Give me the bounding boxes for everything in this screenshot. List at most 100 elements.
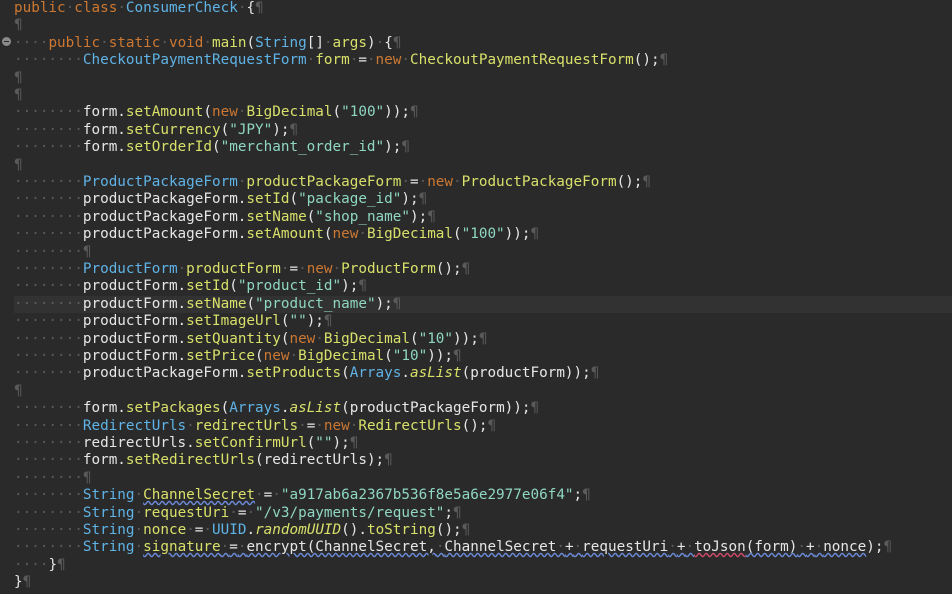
- code-token: ·: [315, 418, 324, 434]
- code-token: form.: [82, 139, 126, 155]
- code-line[interactable]: ········productForm.setPrice(new·BigDeci…: [14, 348, 462, 365]
- code-token: ·: [298, 418, 307, 434]
- code-line[interactable]: ····}¶: [14, 557, 66, 574]
- code-line[interactable]: ········RedirectUrls·redirectUrls·=·new·…: [14, 418, 496, 435]
- code-token: ·: [332, 261, 342, 277]
- code-line[interactable]: ········String·ChannelSecret·=·"a917ab6a…: [14, 487, 591, 504]
- code-line[interactable]: public·class·ConsumerCheck·{¶: [14, 0, 264, 17]
- code-token: void: [168, 35, 204, 51]
- code-token: ();: [461, 418, 488, 434]
- code-token: productForm.: [82, 348, 187, 364]
- code-token: "10": [392, 348, 428, 364]
- code-token: (: [323, 226, 333, 242]
- code-line[interactable]: ¶: [14, 383, 23, 400]
- code-token: ;: [573, 487, 583, 503]
- code-token: (: [332, 104, 342, 120]
- code-line[interactable]: ¶: [14, 157, 23, 174]
- code-token: String: [255, 35, 307, 51]
- code-token: ¶: [530, 226, 540, 242]
- code-token: (: [409, 331, 419, 347]
- code-line[interactable]: ········productForm.setImageUrl("");¶: [14, 313, 333, 330]
- code-token: ········: [14, 505, 83, 521]
- code-token: setId: [246, 191, 290, 207]
- collapse-icon[interactable]: [2, 37, 11, 46]
- code-token: ¶: [418, 191, 428, 207]
- code-token: "product_name": [255, 296, 376, 312]
- code-line[interactable]: }¶: [14, 574, 31, 591]
- code-token: productForm.: [82, 296, 187, 312]
- code-token: ¶: [82, 244, 92, 260]
- code-line[interactable]: ········¶: [14, 244, 91, 261]
- code-line[interactable]: ········String·signature·=·encrypt(Chann…: [14, 539, 892, 556]
- code-line[interactable]: ¶: [14, 70, 23, 87]
- code-line[interactable]: ····public·static·void·main(String[]·arg…: [14, 35, 401, 52]
- code-token: ¶: [582, 487, 591, 503]
- code-token: ····: [14, 35, 49, 51]
- code-line[interactable]: ········productForm.setId("product_id");…: [14, 278, 367, 295]
- code-token: ·: [814, 539, 824, 555]
- code-line[interactable]: ········String·nonce·=·UUID.randomUUID()…: [14, 522, 470, 539]
- code-token: form.: [82, 122, 126, 138]
- code-token: ·: [315, 331, 324, 347]
- code-token: ProductForm: [341, 261, 436, 277]
- code-line[interactable]: ········String·requestUri·=·"/v3/payment…: [14, 505, 462, 522]
- code-token: ¶: [530, 400, 540, 416]
- code-token: "": [315, 435, 333, 451]
- code-token: ·: [668, 539, 677, 555]
- code-token: productPackageForm.: [82, 365, 247, 381]
- code-token: ¶: [883, 539, 893, 555]
- code-line[interactable]: ········productPackageForm.setProducts(A…: [14, 365, 599, 382]
- code-line[interactable]: ········CheckoutPaymentRequestForm·form·…: [14, 52, 668, 69]
- code-token: "10": [418, 331, 454, 347]
- code-token: asList: [289, 400, 342, 416]
- code-token: new: [306, 261, 333, 277]
- code-token: String: [82, 505, 135, 521]
- code-line[interactable]: ········form.setAmount(new·BigDecimal("1…: [14, 104, 419, 121]
- code-token: ········: [14, 418, 83, 434]
- code-line[interactable]: ········productForm.setQuantity (new·BigD…: [14, 331, 487, 348]
- code-token: ¶: [57, 557, 66, 573]
- code-token: ·: [186, 522, 195, 538]
- code-token: ·: [298, 261, 307, 277]
- code-line[interactable]: ········form.setRedirectUrls(redirectUrl…: [14, 452, 393, 469]
- code-token: ·: [117, 0, 126, 16]
- code-token: ): [366, 35, 376, 51]
- code-token: String: [82, 539, 135, 555]
- code-token: (redirectUrls);: [255, 452, 385, 468]
- code-line[interactable]: ········productPackageForm.setAmount(new…: [14, 226, 539, 243]
- code-token: setId: [186, 278, 230, 294]
- code-token: ····: [14, 557, 49, 573]
- code-token: ().: [341, 522, 367, 538]
- code-token: productForm: [186, 261, 281, 277]
- code-line[interactable]: ········productPackageForm.setId("packag…: [14, 191, 427, 208]
- code-token: new: [263, 348, 290, 364]
- code-line[interactable]: ¶: [14, 17, 23, 34]
- code-token: ¶: [461, 261, 471, 277]
- code-token: new: [212, 104, 238, 120]
- code-line[interactable]: ········form.setOrderId("merchant_order_…: [14, 139, 410, 156]
- code-token: ProductPackageForm: [461, 174, 617, 190]
- code-line[interactable]: ········form.setPackages(Arrays.asList(p…: [14, 400, 539, 417]
- code-line[interactable]: ········¶: [14, 470, 91, 487]
- code-token: ········: [14, 313, 83, 329]
- code-token: (: [212, 139, 221, 155]
- code-line[interactable]: ········form.setCurrency("JPY");¶: [14, 122, 298, 139]
- code-token: new: [332, 226, 359, 242]
- code-token: setImageUrl: [186, 313, 281, 329]
- code-line[interactable]: ¶: [14, 87, 23, 104]
- code-token: ¶: [461, 522, 471, 538]
- code-line[interactable]: ········redirectUrls.setConfirmUrl("");¶: [14, 435, 358, 452]
- code-line[interactable]: ········productForm.setName("product_nam…: [14, 296, 952, 313]
- code-token: setName: [186, 296, 247, 312]
- code-token: ·: [323, 35, 333, 51]
- code-token: asList: [409, 365, 462, 381]
- code-token: ·: [134, 487, 144, 503]
- code-token: ·: [289, 348, 299, 364]
- code-token: ········: [14, 278, 83, 294]
- code-line[interactable]: ········productPackageForm.setName("shop…: [14, 209, 436, 226]
- code-line[interactable]: ········ProductPackageForm·productPackag…: [14, 174, 651, 191]
- code-line[interactable]: ········ProductForm·productForm·=·new·Pr…: [14, 261, 470, 278]
- code-editor[interactable]: public·class·ConsumerCheck·{¶ ¶ ····public…: [0, 0, 952, 594]
- code-token: );: [409, 209, 428, 225]
- code-token: setOrderId: [125, 139, 212, 155]
